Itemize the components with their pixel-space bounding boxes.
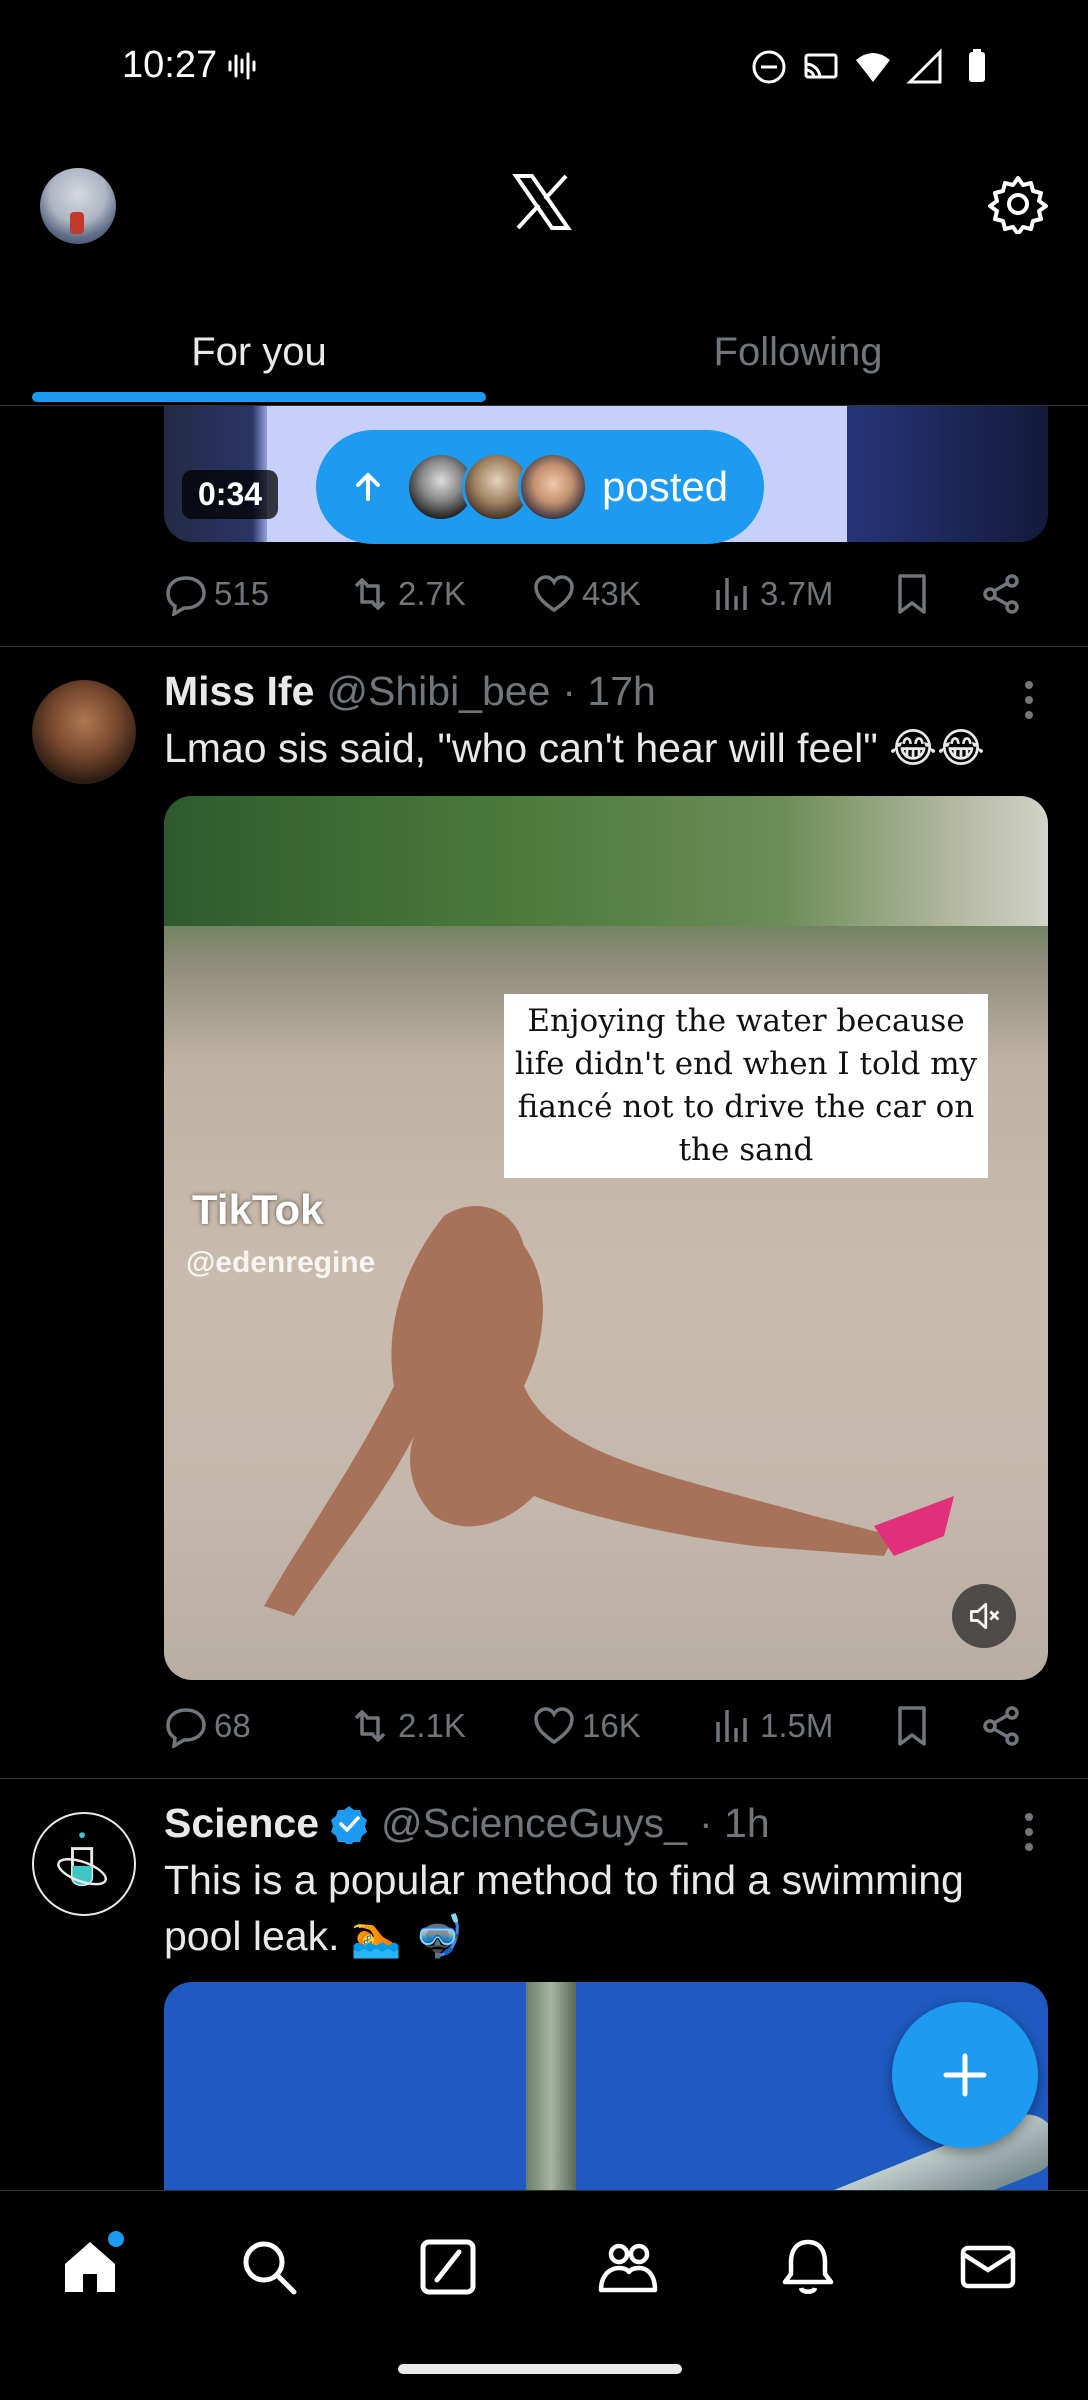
status-bar: 10:27 <box>0 0 1088 136</box>
cast-icon <box>804 53 838 79</box>
signal-icon <box>906 48 942 84</box>
share-button[interactable] <box>980 572 1030 616</box>
reply-button[interactable]: 515 <box>164 572 269 616</box>
author-name[interactable]: Science <box>164 1800 319 1847</box>
like-icon <box>534 575 574 613</box>
reply-icon <box>166 1708 206 1748</box>
post-time: · 17h <box>562 668 656 714</box>
reply-count: 515 <box>214 575 270 612</box>
dnd-icon <box>752 50 786 84</box>
post-time: · 1h <box>698 1800 770 1846</box>
tiktok-handle: @edenregine <box>186 1246 376 1279</box>
bookmark-icon <box>898 574 926 614</box>
pill-avatars <box>406 452 588 522</box>
avatar <box>518 452 588 522</box>
like-button[interactable]: 16K <box>532 1704 641 1748</box>
nav-communities[interactable] <box>588 2227 668 2307</box>
views-icon <box>716 1710 747 1742</box>
tweet-miss-ife[interactable]: Miss Ife @Shibi_bee · 17h Lmao sis said,… <box>0 646 1088 1784</box>
views-button[interactable]: 3.7M <box>710 572 833 616</box>
video-duration: 0:34 <box>182 470 279 519</box>
posted-label: posted <box>602 463 729 510</box>
status-icons <box>750 48 996 86</box>
views-button[interactable]: 1.5M <box>710 1704 833 1748</box>
arrow-up-icon <box>356 473 380 501</box>
mute-icon <box>970 1602 1000 1630</box>
like-icon <box>534 1707 574 1745</box>
bookmark-icon <box>898 1706 926 1746</box>
share-icon <box>983 1706 1019 1746</box>
messages-icon <box>960 2245 1016 2289</box>
timeline-tabs: For you Following <box>0 300 1088 406</box>
more-options-icon[interactable] <box>1024 1812 1034 1852</box>
author-name[interactable]: Miss Ife <box>164 668 314 715</box>
video-background <box>164 796 1048 926</box>
tweet-media[interactable]: Enjoying the water because life didn't e… <box>164 796 1048 1680</box>
avatar[interactable] <box>32 680 136 784</box>
gesture-home-bar[interactable] <box>398 2364 682 2374</box>
compose-plus-icon <box>943 2053 987 2097</box>
share-icon <box>983 574 1019 614</box>
avatar[interactable] <box>32 1812 136 1916</box>
status-time: 10:27 <box>122 44 218 86</box>
tab-following[interactable]: Following <box>544 300 1052 404</box>
author-handle[interactable]: @Shibi_bee <box>326 668 550 715</box>
active-tab-indicator <box>32 392 486 402</box>
mute-button[interactable] <box>952 1584 1016 1648</box>
notifications-icon <box>782 2239 834 2294</box>
author-handle[interactable]: @ScienceGuys_ <box>381 1800 687 1847</box>
video-frame: Enjoying the water because life didn't e… <box>164 796 1048 1680</box>
battery-icon <box>969 49 985 82</box>
timeline-feed[interactable]: 0:34 posted 515 2.7K 43K 3.7M Miss Ife @… <box>0 406 1088 2190</box>
share-button[interactable] <box>980 1704 1030 1748</box>
views-count: 3.7M <box>760 575 834 612</box>
reply-button[interactable]: 68 <box>164 1704 251 1748</box>
verified-badge-icon <box>331 1805 367 1844</box>
like-count: 16K <box>582 1707 641 1744</box>
nav-notifications[interactable] <box>768 2227 848 2307</box>
nav-search[interactable] <box>229 2227 309 2307</box>
repost-button[interactable]: 2.7K <box>348 572 466 616</box>
wifi-icon <box>856 53 890 82</box>
tweet-text: Lmao sis said, "who can't hear will feel… <box>164 725 985 771</box>
notification-dot <box>108 2231 124 2247</box>
science-logo-icon <box>57 1832 108 1887</box>
tweet-actions: 515 2.7K 43K 3.7M <box>164 564 1024 624</box>
tab-for-you[interactable]: For you <box>32 300 486 404</box>
gear-icon[interactable] <box>988 174 1048 234</box>
tiktok-watermark: TikTok <box>192 1186 324 1233</box>
nav-messages[interactable] <box>948 2227 1028 2307</box>
reply-icon <box>166 576 206 616</box>
search-icon <box>243 2241 297 2295</box>
voice-activity-icon <box>228 52 256 80</box>
video-caption: Enjoying the water because life didn't e… <box>504 994 988 1178</box>
new-posts-pill[interactable]: posted <box>316 430 764 544</box>
repost-count: 2.1K <box>398 1707 466 1744</box>
reply-count: 68 <box>214 1707 251 1744</box>
profile-avatar[interactable] <box>40 168 116 244</box>
views-icon <box>716 578 747 610</box>
communities-icon <box>598 2243 658 2293</box>
tweet-actions: 68 2.1K 16K 1.5M <box>164 1696 1024 1756</box>
bookmark-button[interactable] <box>890 572 940 616</box>
tweet-header: Science @ScienceGuys_ · 1h <box>164 1800 770 1847</box>
bookmark-button[interactable] <box>890 1704 940 1748</box>
compose-button[interactable] <box>892 2002 1038 2148</box>
repost-icon <box>354 1710 386 1742</box>
tweet-text: This is a popular method to find a swimm… <box>164 1857 964 1959</box>
like-button[interactable]: 43K <box>532 572 641 616</box>
like-count: 43K <box>582 575 641 612</box>
x-logo-icon[interactable] <box>512 172 572 232</box>
repost-icon <box>354 578 386 610</box>
pool-crack <box>526 1982 576 2190</box>
repost-button[interactable]: 2.1K <box>348 1704 466 1748</box>
tweet-header: Miss Ife @Shibi_bee · 17h <box>164 668 656 715</box>
nav-home[interactable] <box>50 2227 130 2307</box>
repost-count: 2.7K <box>398 575 466 612</box>
nav-grok[interactable] <box>408 2227 488 2307</box>
grok-icon <box>420 2239 476 2295</box>
views-count: 1.5M <box>760 1707 834 1744</box>
more-options-icon[interactable] <box>1024 680 1034 720</box>
